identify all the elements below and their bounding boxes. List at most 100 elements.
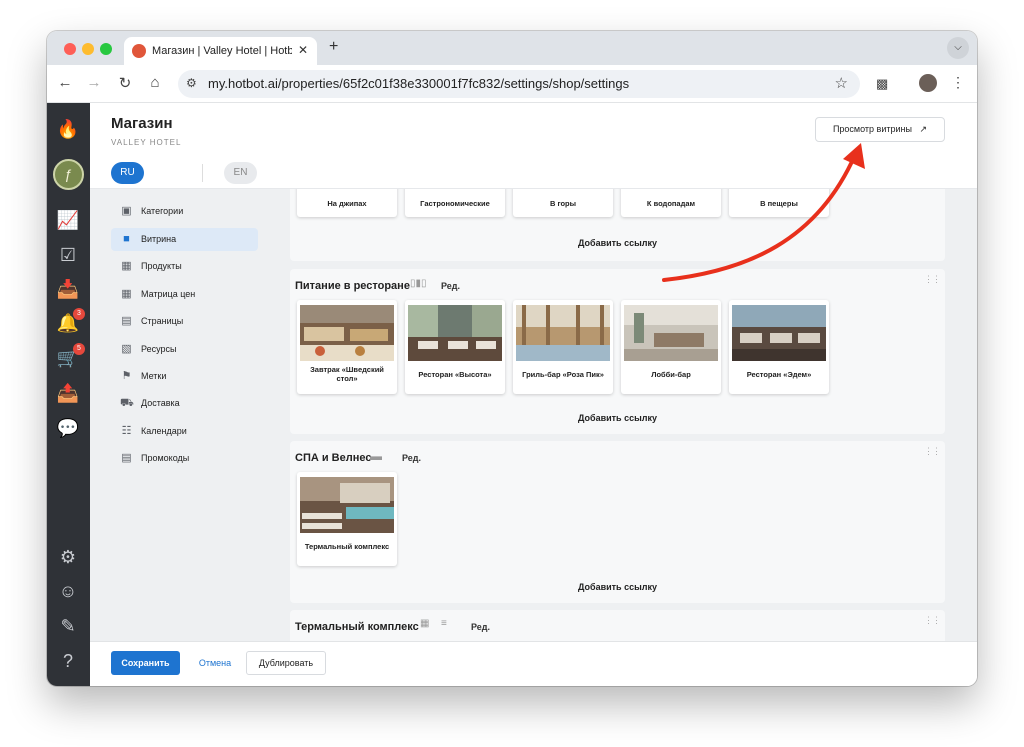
url-bar[interactable]: ⚙ my.hotbot.ai/properties/65f2c01f38e330…: [178, 70, 860, 98]
app-root: 🔥 ƒ 📈 ☑ 📥 🔔 3 🛒 5 📤 💬 ⚙ ☺ ✎ ? Магазин VA…: [47, 103, 977, 686]
language-tab-en[interactable]: EN: [224, 162, 257, 184]
star-icon[interactable]: ☆: [835, 74, 848, 92]
close-window-button[interactable]: [64, 43, 76, 55]
card-label: Ресторан «Высота»: [418, 370, 492, 379]
inbox-icon[interactable]: 📥: [56, 277, 80, 301]
profile-icon[interactable]: [919, 74, 937, 92]
showcase-card[interactable]: На джипах: [297, 189, 397, 217]
sidebar-item-delivery[interactable]: ⛟ Доставка: [111, 392, 258, 415]
card-label: Гастрономические: [420, 199, 490, 208]
reload-icon[interactable]: ↻: [115, 74, 135, 92]
showcase-card[interactable]: Лобби-бар: [621, 300, 721, 394]
sidebar-item-pages[interactable]: ▤ Страницы: [111, 310, 258, 333]
analytics-icon[interactable]: 📈: [56, 208, 80, 232]
showcase-card[interactable]: Завтрак «Шведский стол»: [297, 300, 397, 394]
card-label: Завтрак «Шведский стол»: [310, 365, 384, 383]
delivery-icon: ⛟: [120, 397, 134, 409]
minimize-window-button[interactable]: [82, 43, 94, 55]
card-image: [408, 305, 502, 361]
add-link-button[interactable]: Добавить ссылку: [290, 238, 945, 248]
account-icon[interactable]: ☺: [56, 579, 80, 603]
sidebar-item-showcase[interactable]: ■ Витрина: [111, 228, 258, 251]
edit-section-button[interactable]: Ред.: [441, 281, 460, 291]
showcase-card[interactable]: Ресторан «Высота»: [405, 300, 505, 394]
chat-icon[interactable]: 💬: [56, 416, 80, 440]
showcase-card[interactable]: Гастрономические: [405, 189, 505, 217]
tab-search-chevron-icon[interactable]: ⌵: [947, 37, 969, 59]
tab-title: Магазин | Valley Hotel | Hotbot: [152, 45, 292, 57]
tab-strip: Магазин | Valley Hotel | Hotbot ✕ + ⌵: [47, 31, 977, 65]
sidebar-item-label: Календари: [141, 426, 187, 436]
tasks-icon[interactable]: ☑: [56, 243, 80, 267]
showcase-card[interactable]: Термальный комплекс: [297, 472, 397, 566]
hotbot-logo-icon[interactable]: 🔥: [56, 117, 80, 141]
language-tab-ru[interactable]: RU: [111, 162, 144, 184]
sidebar-item-categories[interactable]: ▣ Категории: [111, 200, 258, 223]
settings-icon[interactable]: ⚙: [56, 545, 80, 569]
sidebar-item-price-matrix[interactable]: ▦ Матрица цен: [111, 283, 258, 306]
send-icon[interactable]: 📤: [56, 381, 80, 405]
sidebar-item-label: Страницы: [141, 316, 184, 326]
extensions-icon[interactable]: ▩: [876, 76, 888, 92]
edit-icon[interactable]: ✎: [56, 614, 80, 638]
save-button[interactable]: Сохранить: [111, 651, 180, 675]
sidebar-item-calendars[interactable]: ☷ Календари: [111, 420, 258, 443]
drag-handle-icon[interactable]: ⋮⋮: [924, 274, 941, 285]
sidebar-item-label: Продукты: [141, 261, 182, 271]
showcase-card[interactable]: Гриль-бар «Роза Пик»: [513, 300, 613, 394]
calendars-icon: ☷: [121, 425, 132, 437]
help-icon[interactable]: ?: [56, 649, 80, 673]
sidebar-item-promocodes[interactable]: ▤ Промокоды: [111, 447, 258, 470]
grid-layout-icon[interactable]: ▦: [420, 618, 429, 629]
home-icon[interactable]: ⌂: [145, 74, 165, 91]
sidebar-item-label: Доставка: [141, 398, 180, 408]
card-label: К водопадам: [646, 199, 696, 208]
card-label: Термальный комплекс: [304, 542, 390, 551]
sidebar-item-label: Метки: [141, 371, 167, 381]
carousel-layout-icon[interactable]: ▯▮▯: [410, 278, 427, 289]
property-avatar[interactable]: ƒ: [53, 159, 84, 190]
section-title: Питание в ресторане: [295, 280, 410, 292]
align-icon[interactable]: ≡: [441, 618, 447, 629]
page-title: Магазин: [111, 115, 173, 132]
new-tab-button[interactable]: +: [329, 38, 338, 56]
promocodes-icon: ▤: [121, 452, 132, 464]
duplicate-button[interactable]: Дублировать: [246, 651, 326, 675]
browser-tab[interactable]: Магазин | Valley Hotel | Hotbot ✕: [124, 37, 317, 65]
browser-window: Магазин | Valley Hotel | Hotbot ✕ + ⌵ ← …: [47, 31, 977, 686]
add-link-button[interactable]: Добавить ссылку: [290, 413, 945, 423]
site-settings-icon[interactable]: ⚙: [186, 76, 197, 90]
preview-showcase-button[interactable]: Просмотр витрины ↗: [815, 117, 945, 142]
language-divider: [202, 164, 203, 182]
maximize-window-button[interactable]: [100, 43, 112, 55]
cancel-button[interactable]: Отмена: [191, 651, 239, 675]
sidebar-item-resources[interactable]: ▧ Ресурсы: [111, 338, 258, 361]
card-image: [732, 305, 826, 361]
drag-handle-icon[interactable]: ⋮⋮: [924, 615, 941, 626]
sidebar-item-tags[interactable]: ⚑ Метки: [111, 365, 258, 388]
url-text[interactable]: my.hotbot.ai/properties/65f2c01f38e33000…: [208, 76, 629, 91]
showcase-card[interactable]: Ресторан «Эдем»: [729, 300, 829, 394]
sidebar-item-products[interactable]: ▦ Продукты: [111, 255, 258, 278]
edit-section-button[interactable]: Ред.: [402, 453, 421, 463]
showcase-card[interactable]: В пещеры: [729, 189, 829, 217]
section-title: СПА и Велнес: [295, 452, 372, 464]
menu-icon[interactable]: ⋮: [951, 74, 965, 91]
address-toolbar: ← → ↻ ⌂ ⚙ my.hotbot.ai/properties/65f2c0…: [47, 65, 977, 103]
back-icon[interactable]: ←: [55, 74, 75, 91]
add-link-button[interactable]: Добавить ссылку: [290, 582, 945, 592]
showcase-card[interactable]: К водопадам: [621, 189, 721, 217]
external-link-icon: ↗: [919, 124, 928, 134]
price-matrix-icon: ▦: [121, 288, 132, 300]
section-title: Термальный комплекс: [295, 621, 419, 633]
page-subtitle: VALLEY HOTEL: [111, 138, 182, 147]
close-tab-icon[interactable]: ✕: [298, 43, 308, 57]
forward-icon[interactable]: →: [84, 74, 104, 91]
list-layout-icon[interactable]: ▬: [370, 449, 382, 463]
showcase-card[interactable]: В горы: [513, 189, 613, 217]
edit-section-button[interactable]: Ред.: [471, 622, 490, 632]
drag-handle-icon[interactable]: ⋮⋮: [924, 446, 941, 457]
notifications-badge: 3: [73, 308, 85, 320]
showcase-icon: ■: [123, 233, 130, 245]
card-label: В горы: [549, 199, 577, 208]
